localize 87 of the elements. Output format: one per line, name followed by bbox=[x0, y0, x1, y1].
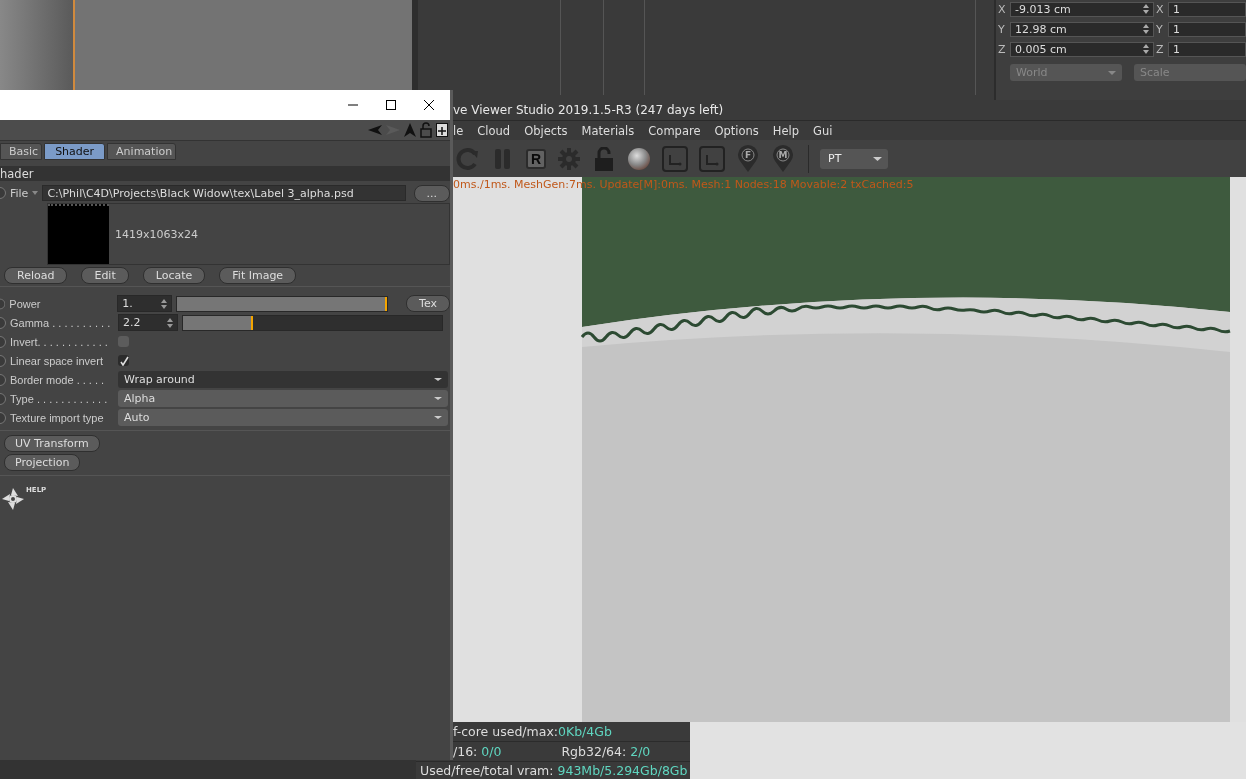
menu-item[interactable]: Options bbox=[707, 123, 766, 138]
menu-item[interactable]: Gui bbox=[806, 123, 840, 138]
axis-label: X bbox=[1156, 2, 1165, 16]
number-field[interactable]: 1. bbox=[117, 295, 172, 312]
spinner-icon bbox=[167, 317, 173, 328]
menu-item[interactable]: le bbox=[453, 123, 471, 138]
close-icon bbox=[424, 100, 434, 110]
menu-item[interactable]: Materials bbox=[574, 123, 642, 138]
close-button[interactable] bbox=[424, 100, 434, 110]
spinner-icon bbox=[1143, 4, 1149, 14]
image-size-text: 1419x1063x24 bbox=[114, 226, 199, 243]
tab[interactable]: Animation bbox=[107, 143, 177, 160]
spinner-icon bbox=[160, 298, 167, 309]
texture-button[interactable]: Tex bbox=[406, 295, 450, 312]
group-button[interactable]: Projection bbox=[4, 454, 81, 471]
parameter-label: Linear space invert bbox=[10, 353, 104, 368]
caret-icon bbox=[873, 156, 882, 161]
parameter-label: Texture import type bbox=[10, 410, 105, 425]
image-action-button[interactable]: Fit Image bbox=[219, 267, 297, 284]
scale-field[interactable]: 1 bbox=[1168, 21, 1246, 37]
sphere-icon bbox=[627, 146, 651, 171]
axis-label: X bbox=[998, 2, 1007, 16]
coordinate-field[interactable]: 0.005 cm bbox=[1010, 41, 1154, 57]
caret-icon bbox=[434, 416, 442, 419]
menu-item[interactable]: Objects bbox=[517, 123, 575, 138]
parameter-label: Type . . . . . . . . . . . . bbox=[10, 391, 109, 406]
axis-label: Z bbox=[998, 42, 1007, 56]
stat-text: /16: 0/0 bbox=[453, 744, 502, 759]
number-field[interactable]: 2.2 bbox=[118, 314, 178, 331]
coordinate-field[interactable]: -9.013 cm bbox=[1010, 1, 1154, 17]
new-panel-icon bbox=[436, 123, 448, 137]
image-action-button[interactable]: Locate bbox=[142, 267, 206, 284]
dropdown[interactable]: Wrap around bbox=[118, 371, 448, 388]
stat-text: f-core used/max:0Kb/4Gb bbox=[453, 724, 612, 739]
spinner-icon bbox=[1143, 24, 1149, 34]
spinner-icon bbox=[1143, 44, 1149, 54]
mode-dropdown[interactable]: PT bbox=[820, 148, 888, 169]
scale-field[interactable]: 1 bbox=[1168, 1, 1246, 17]
pin-button[interactable]: F bbox=[736, 144, 760, 173]
tab[interactable]: Shader bbox=[44, 143, 106, 160]
menu-item[interactable]: Help bbox=[765, 123, 807, 138]
caret-icon bbox=[434, 378, 442, 381]
maximize-button[interactable] bbox=[386, 100, 396, 110]
stat-text: Rgb32/64: 2/0 bbox=[561, 744, 651, 759]
group-button[interactable]: UV Transform bbox=[4, 435, 100, 452]
lock-icon bbox=[420, 122, 432, 138]
dropdown[interactable]: Alpha bbox=[118, 390, 448, 407]
map-pin-icon bbox=[736, 144, 760, 173]
file-path-field[interactable]: C:\Phil\C4D\Projects\Black Widow\tex\Label 3_alpha.psd bbox=[42, 185, 406, 201]
pin-button[interactable]: M bbox=[771, 144, 795, 173]
caret-icon bbox=[1108, 70, 1116, 75]
maximize-icon bbox=[386, 100, 396, 110]
caret-icon bbox=[32, 191, 39, 195]
axis-label: Y bbox=[1156, 22, 1164, 36]
square-icon bbox=[662, 145, 688, 172]
stat-text: Used/free/total vram: 943Mb/5.294Gb/8Gb bbox=[420, 763, 688, 778]
field-label: File bbox=[10, 186, 29, 200]
browse-button[interactable]: ... bbox=[413, 184, 450, 202]
section-header: hader bbox=[0, 166, 450, 181]
slider-fill[interactable] bbox=[176, 296, 388, 311]
image-action-button[interactable]: Edit bbox=[81, 267, 129, 284]
refresh-icon bbox=[456, 146, 480, 171]
map-pin-icon bbox=[771, 144, 795, 173]
axis-label: Z bbox=[1156, 42, 1165, 56]
checkbox[interactable] bbox=[118, 336, 129, 347]
dropdown[interactable]: Auto bbox=[118, 409, 448, 426]
axis-label: Y bbox=[998, 22, 1006, 36]
checkmark-icon bbox=[118, 355, 129, 366]
caret-icon bbox=[434, 397, 442, 400]
up-arrow-icon bbox=[404, 123, 416, 137]
slider-track[interactable] bbox=[182, 314, 443, 331]
lock-icon bbox=[592, 146, 616, 171]
menu-item[interactable]: Compare bbox=[641, 123, 708, 138]
scale-field[interactable]: 1 bbox=[1168, 41, 1246, 57]
parameter-label: Gamma . . . . . . . . . . bbox=[10, 315, 112, 330]
menu-item[interactable]: Cloud bbox=[470, 123, 518, 138]
left-arrow-icon bbox=[368, 125, 382, 135]
parameter-label: Power bbox=[9, 296, 42, 311]
tab[interactable]: Basic bbox=[0, 143, 43, 160]
parameter-label: Border mode . . . . . bbox=[10, 372, 106, 387]
square-icon bbox=[699, 145, 725, 172]
coordinate-field[interactable]: 12.98 cm bbox=[1010, 21, 1154, 37]
checkbox[interactable] bbox=[118, 355, 129, 366]
sphere-button[interactable] bbox=[627, 146, 651, 171]
image-thumbnail bbox=[48, 204, 109, 264]
parameter-label: Invert. . . . . . . . . . . . bbox=[10, 334, 109, 349]
image-action-button[interactable]: Reload bbox=[4, 267, 68, 284]
